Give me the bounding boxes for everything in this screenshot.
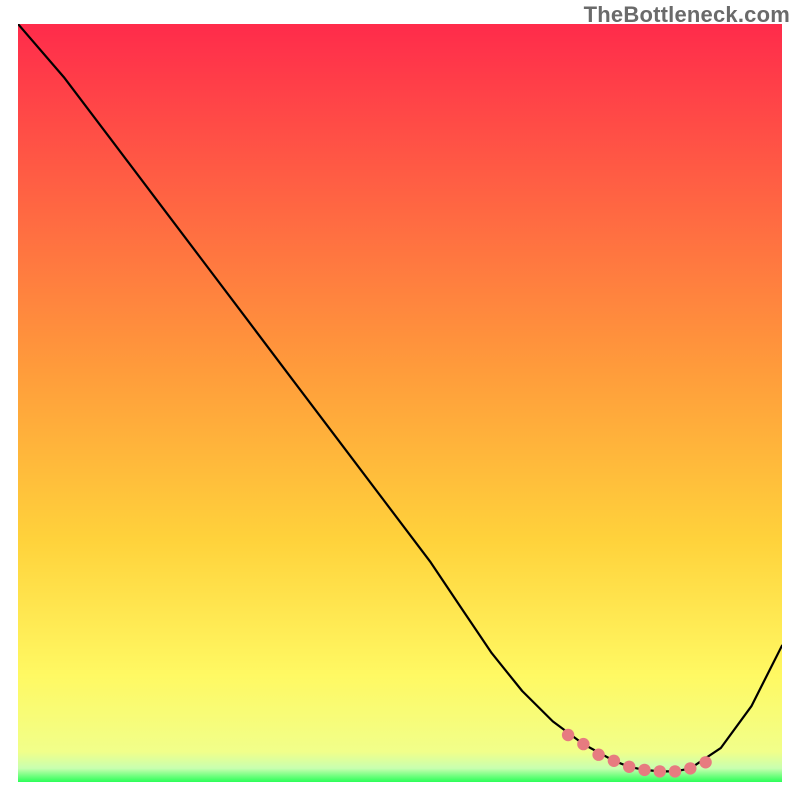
optimal-marker: [623, 761, 635, 773]
chart-stage: TheBottleneck.com: [0, 0, 800, 800]
optimal-marker: [699, 756, 711, 768]
optimal-marker: [684, 762, 696, 774]
gradient-background: [18, 24, 782, 782]
optimal-marker: [608, 755, 620, 767]
optimal-marker: [654, 765, 666, 777]
plot-svg: [18, 24, 782, 782]
optimal-marker: [638, 764, 650, 776]
optimal-marker: [577, 738, 589, 750]
bottleneck-plot: [18, 24, 782, 782]
optimal-marker: [562, 729, 574, 741]
optimal-marker: [669, 765, 681, 777]
optimal-marker: [592, 749, 604, 761]
